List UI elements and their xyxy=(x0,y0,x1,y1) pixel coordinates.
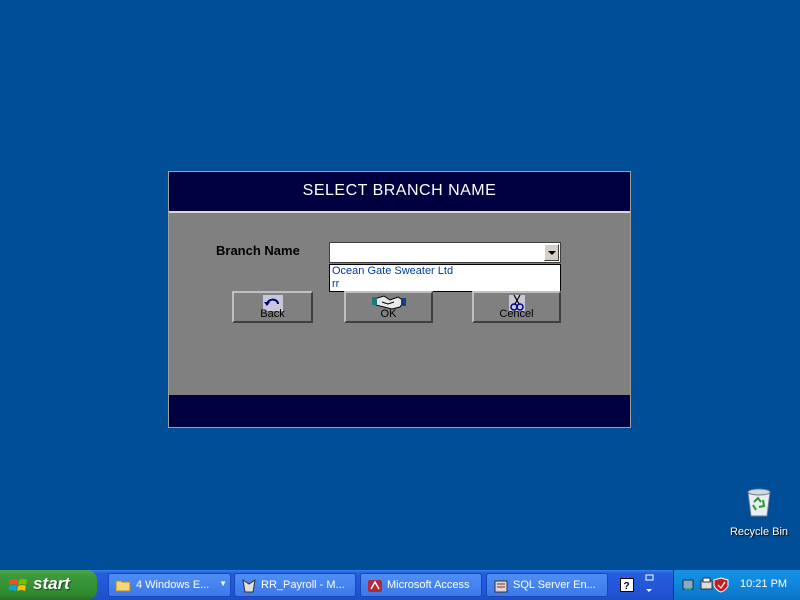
ok-button-label: OK xyxy=(380,308,397,320)
back-button-label: Back xyxy=(260,308,285,320)
clock[interactable]: 10:21 PM xyxy=(740,578,787,590)
taskbar: start 4 Windows E... ▼ RR_Payroll - M...… xyxy=(0,570,800,600)
dropdown-option[interactable]: Ocean Gate Sweater Ltd xyxy=(330,265,560,278)
dialog-footer xyxy=(169,395,630,427)
chevron-down-icon: ▼ xyxy=(219,579,227,588)
cancel-button[interactable]: Cencel xyxy=(472,291,561,323)
taskbar-button-label: RR_Payroll - M... xyxy=(261,579,345,591)
access-icon xyxy=(367,578,383,596)
taskbar-button-label: Microsoft Access xyxy=(387,579,470,591)
quick-launch-expand-icon[interactable] xyxy=(643,573,655,599)
folder-icon xyxy=(115,578,131,595)
start-label: start xyxy=(33,574,70,593)
select-branch-dialog: SELECT BRANCH NAME Branch Name Ocean Gat… xyxy=(168,171,631,428)
branch-name-label: Branch Name xyxy=(216,243,300,258)
start-button[interactable]: start xyxy=(0,570,97,600)
taskbar-button-windows-explorer[interactable]: 4 Windows E... ▼ xyxy=(108,573,231,597)
cancel-button-label: Cencel xyxy=(499,308,534,320)
payroll-app-icon xyxy=(241,578,257,596)
desktop: SELECT BRANCH NAME Branch Name Ocean Gat… xyxy=(0,0,800,570)
recycle-bin-label: Recycle Bin xyxy=(729,526,789,538)
recycle-bin[interactable]: Recycle Bin xyxy=(728,486,790,538)
help-icon[interactable]: ? xyxy=(620,577,634,596)
taskbar-button-label: SQL Server En... xyxy=(513,579,596,591)
system-tray: 10:21 PM xyxy=(673,570,800,600)
dialog-title: SELECT BRANCH NAME xyxy=(302,182,497,199)
network-icon xyxy=(682,579,694,590)
dropdown-option[interactable]: rr xyxy=(330,278,560,291)
dropdown-arrow-button[interactable] xyxy=(544,244,559,261)
svg-text:?: ? xyxy=(624,581,630,592)
dialog-header: SELECT BRANCH NAME xyxy=(169,172,630,213)
security-shield-icon xyxy=(713,577,729,593)
recycle-bin-icon xyxy=(744,488,774,522)
taskbar-button-sql-server[interactable]: SQL Server En... xyxy=(486,573,608,597)
taskbar-button-rr-payroll[interactable]: RR_Payroll - M... xyxy=(234,573,356,597)
taskbar-button-label: 4 Windows E... xyxy=(136,579,210,591)
taskbar-button-microsoft-access[interactable]: Microsoft Access xyxy=(360,573,482,597)
sql-server-icon xyxy=(493,578,509,596)
tray-icons xyxy=(682,577,736,597)
branch-dropdown-list: Ocean Gate Sweater Ltd rr xyxy=(329,264,561,292)
branch-name-combobox[interactable] xyxy=(329,242,561,263)
windows-logo-icon xyxy=(8,577,29,600)
ok-button[interactable]: OK xyxy=(344,291,433,323)
printer-icon xyxy=(700,577,713,590)
back-button[interactable]: Back xyxy=(232,291,313,323)
